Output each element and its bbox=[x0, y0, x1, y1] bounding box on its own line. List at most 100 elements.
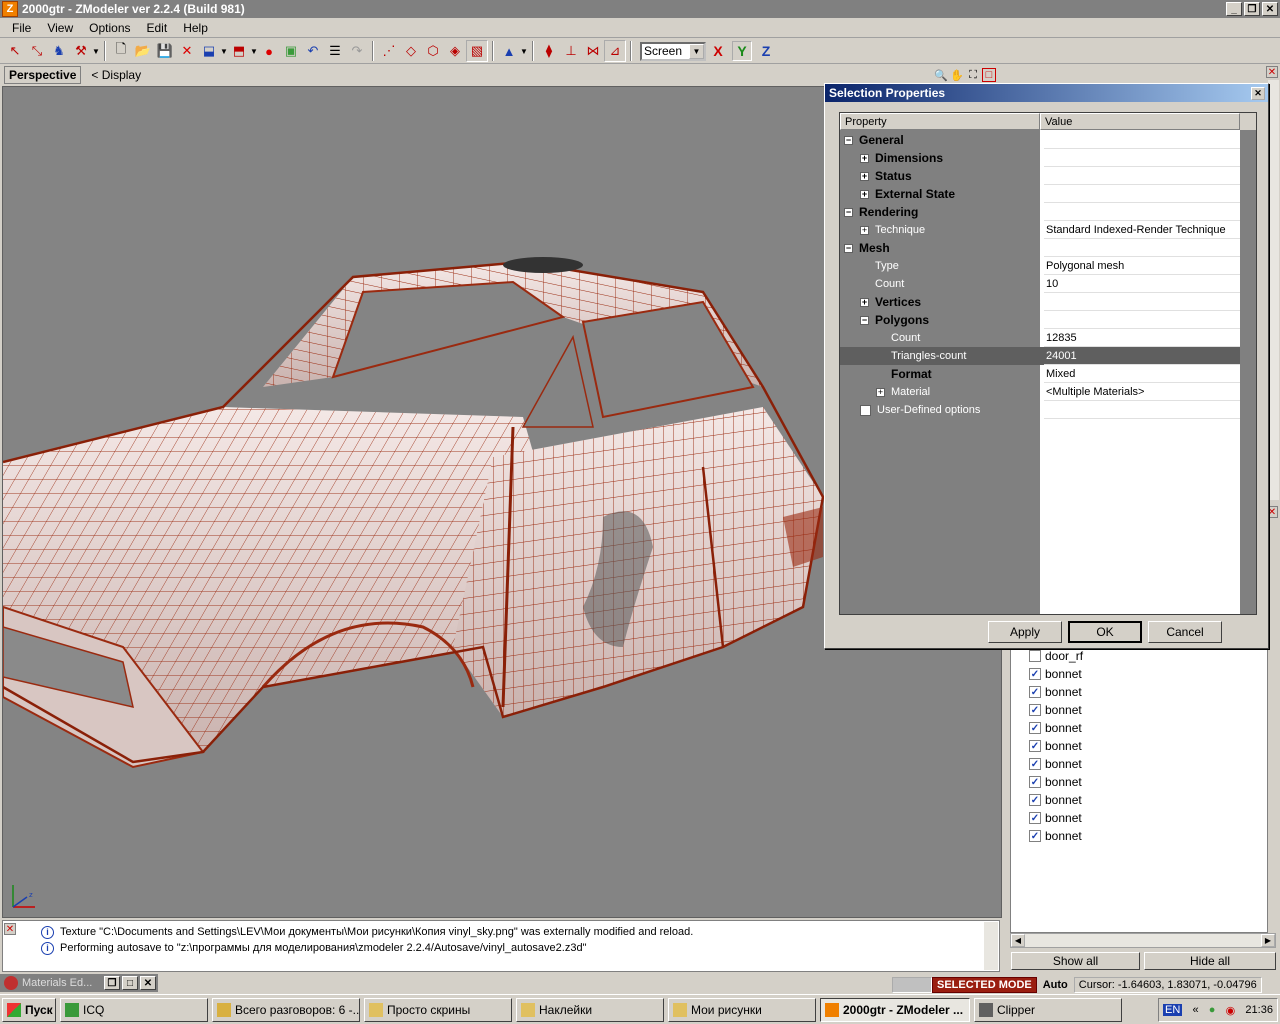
property-row[interactable]: + Status bbox=[840, 167, 1240, 185]
redo-icon[interactable]: ↷ bbox=[346, 40, 368, 62]
property-value[interactable] bbox=[1044, 401, 1240, 419]
edge-mode-icon[interactable]: ◇ bbox=[400, 40, 422, 62]
antivirus-icon[interactable]: ◉ bbox=[1226, 1004, 1236, 1017]
menu-options[interactable]: Options bbox=[81, 21, 138, 35]
axis-lock-icon[interactable]: ⊥ bbox=[560, 40, 582, 62]
taskbar-button[interactable]: Просто скрины bbox=[364, 997, 512, 1022]
object-list-item[interactable]: ✓ bonnet bbox=[1029, 827, 1082, 845]
export-icon[interactable]: ⬒ bbox=[228, 40, 250, 62]
column-header-value[interactable]: Value bbox=[1040, 113, 1240, 130]
start-button[interactable]: Пуск bbox=[2, 997, 56, 1022]
checkbox-checked[interactable]: ✓ bbox=[1029, 758, 1041, 770]
property-value[interactable] bbox=[1044, 239, 1240, 257]
menu-view[interactable]: View bbox=[39, 21, 81, 35]
tab-perspective[interactable]: Perspective bbox=[4, 66, 82, 84]
open-folder-icon[interactable]: 📂 bbox=[132, 40, 154, 62]
coordinate-space-select[interactable]: Screen ▼ bbox=[640, 41, 706, 61]
undo-icon[interactable]: ↶ bbox=[302, 40, 324, 62]
property-row[interactable]: − Rendering bbox=[840, 203, 1240, 221]
close-icon[interactable]: ✕ bbox=[140, 976, 156, 990]
apply-button[interactable]: Apply bbox=[988, 621, 1062, 643]
collapse-icon[interactable]: − bbox=[844, 135, 853, 145]
property-value[interactable] bbox=[1044, 149, 1240, 167]
property-row[interactable]: Triangles-count 24001 bbox=[840, 347, 1240, 365]
property-value[interactable]: <Multiple Materials> bbox=[1044, 383, 1240, 401]
object-list-item[interactable]: ✓ bonnet bbox=[1029, 719, 1082, 737]
vertex-mode-icon[interactable]: ⋰ bbox=[378, 40, 400, 62]
network-icon[interactable]: ● bbox=[1209, 1004, 1216, 1016]
close-icon[interactable]: ✕ bbox=[1266, 66, 1278, 78]
select-modify-icon[interactable]: ⤡ bbox=[26, 40, 48, 62]
right-panel-scrollbar[interactable] bbox=[1268, 80, 1279, 500]
checkbox-checked[interactable]: ✓ bbox=[1029, 812, 1041, 824]
select-tool-icon[interactable]: ↖ bbox=[4, 40, 26, 62]
property-row[interactable]: + Vertices bbox=[840, 293, 1240, 311]
axis-x-toggle[interactable]: X bbox=[708, 41, 728, 61]
expand-icon[interactable]: + bbox=[876, 387, 885, 397]
material-icon[interactable]: ▣ bbox=[280, 40, 302, 62]
property-row[interactable]: Type Polygonal mesh bbox=[840, 257, 1240, 275]
column-header-property[interactable]: Property bbox=[840, 113, 1040, 130]
object-list-item[interactable]: ✓ bonnet bbox=[1029, 665, 1082, 683]
property-value[interactable]: 10 bbox=[1044, 275, 1240, 293]
property-value[interactable] bbox=[1044, 293, 1240, 311]
checkbox-checked[interactable]: ✓ bbox=[1029, 776, 1041, 788]
new-file-icon[interactable]: 🗋 bbox=[110, 40, 132, 62]
chevron-down-icon[interactable]: ▼ bbox=[92, 47, 100, 56]
axis-mirror-icon[interactable]: ⋈ bbox=[582, 40, 604, 62]
property-value[interactable] bbox=[1044, 185, 1240, 203]
checkbox[interactable] bbox=[860, 404, 871, 416]
log-scrollbar[interactable] bbox=[984, 922, 998, 970]
checkbox-checked[interactable]: ✓ bbox=[1029, 794, 1041, 806]
tools-icon[interactable]: ⚒ bbox=[70, 40, 92, 62]
element-mode-icon[interactable]: ▧ bbox=[466, 40, 488, 62]
property-value[interactable]: Mixed bbox=[1044, 365, 1240, 383]
object-list-item[interactable]: ✓ bonnet bbox=[1029, 755, 1082, 773]
property-row[interactable]: + External State bbox=[840, 185, 1240, 203]
object-list-item[interactable]: ✓ bonnet bbox=[1029, 683, 1082, 701]
property-row[interactable]: Count 10 bbox=[840, 275, 1240, 293]
property-row[interactable]: Count 12835 bbox=[840, 329, 1240, 347]
object-list-item[interactable]: ✓ bonnet bbox=[1029, 737, 1082, 755]
delete-icon[interactable]: ✕ bbox=[176, 40, 198, 62]
save-icon[interactable]: 💾 bbox=[154, 40, 176, 62]
expand-icon[interactable]: + bbox=[860, 189, 869, 199]
language-indicator[interactable]: EN bbox=[1163, 1004, 1183, 1016]
close-button[interactable]: ✕ bbox=[1262, 2, 1278, 16]
import-icon[interactable]: ⬓ bbox=[198, 40, 220, 62]
expand-icon[interactable]: + bbox=[860, 225, 869, 235]
property-row[interactable]: − Polygons bbox=[840, 311, 1240, 329]
property-row[interactable]: User-Defined options bbox=[840, 401, 1240, 419]
scroll-right-icon[interactable]: ▶ bbox=[1261, 934, 1275, 947]
checkbox-checked[interactable]: ✓ bbox=[1029, 830, 1041, 842]
object-list-item[interactable]: ✓ bonnet bbox=[1029, 773, 1082, 791]
chevron-down-icon[interactable]: ▼ bbox=[250, 47, 258, 56]
object-list-item[interactable]: door_rf bbox=[1029, 647, 1083, 665]
taskbar-button[interactable]: Наклейки bbox=[516, 997, 664, 1022]
property-row[interactable]: − Mesh bbox=[840, 239, 1240, 257]
axis-constrain-icon[interactable]: ⊿ bbox=[604, 40, 626, 62]
taskbar-button[interactable]: 2000gtr - ZModeler ... bbox=[820, 997, 970, 1022]
axis-z-toggle[interactable]: Z bbox=[756, 41, 776, 61]
checkbox-checked[interactable]: ✓ bbox=[1029, 704, 1041, 716]
object-list-item[interactable]: ✓ bonnet bbox=[1029, 701, 1082, 719]
maximize-icon[interactable]: □ bbox=[122, 976, 138, 990]
checkbox-checked[interactable]: ✓ bbox=[1029, 740, 1041, 752]
ok-button[interactable]: OK bbox=[1068, 621, 1142, 643]
chevron-down-icon[interactable]: ▼ bbox=[520, 47, 528, 56]
expand-icon[interactable]: + bbox=[860, 297, 869, 307]
property-row[interactable]: + Dimensions bbox=[840, 149, 1240, 167]
axis-y-toggle[interactable]: Y bbox=[732, 41, 752, 61]
menu-help[interactable]: Help bbox=[175, 21, 216, 35]
walk-tool-icon[interactable]: ♞ bbox=[48, 40, 70, 62]
pan-hand-icon[interactable]: ✋ bbox=[950, 68, 964, 82]
hide-all-button[interactable]: Hide all bbox=[1144, 952, 1276, 970]
display-menu[interactable]: < Display bbox=[91, 68, 141, 82]
polygon-mode-icon[interactable]: ⬡ bbox=[422, 40, 444, 62]
show-all-button[interactable]: Show all bbox=[1011, 952, 1140, 970]
property-value[interactable]: 12835 bbox=[1044, 329, 1240, 347]
render-icon[interactable]: ● bbox=[258, 40, 280, 62]
collapse-icon[interactable]: − bbox=[844, 243, 853, 253]
property-value[interactable] bbox=[1044, 203, 1240, 221]
checkbox-checked[interactable]: ✓ bbox=[1029, 722, 1041, 734]
